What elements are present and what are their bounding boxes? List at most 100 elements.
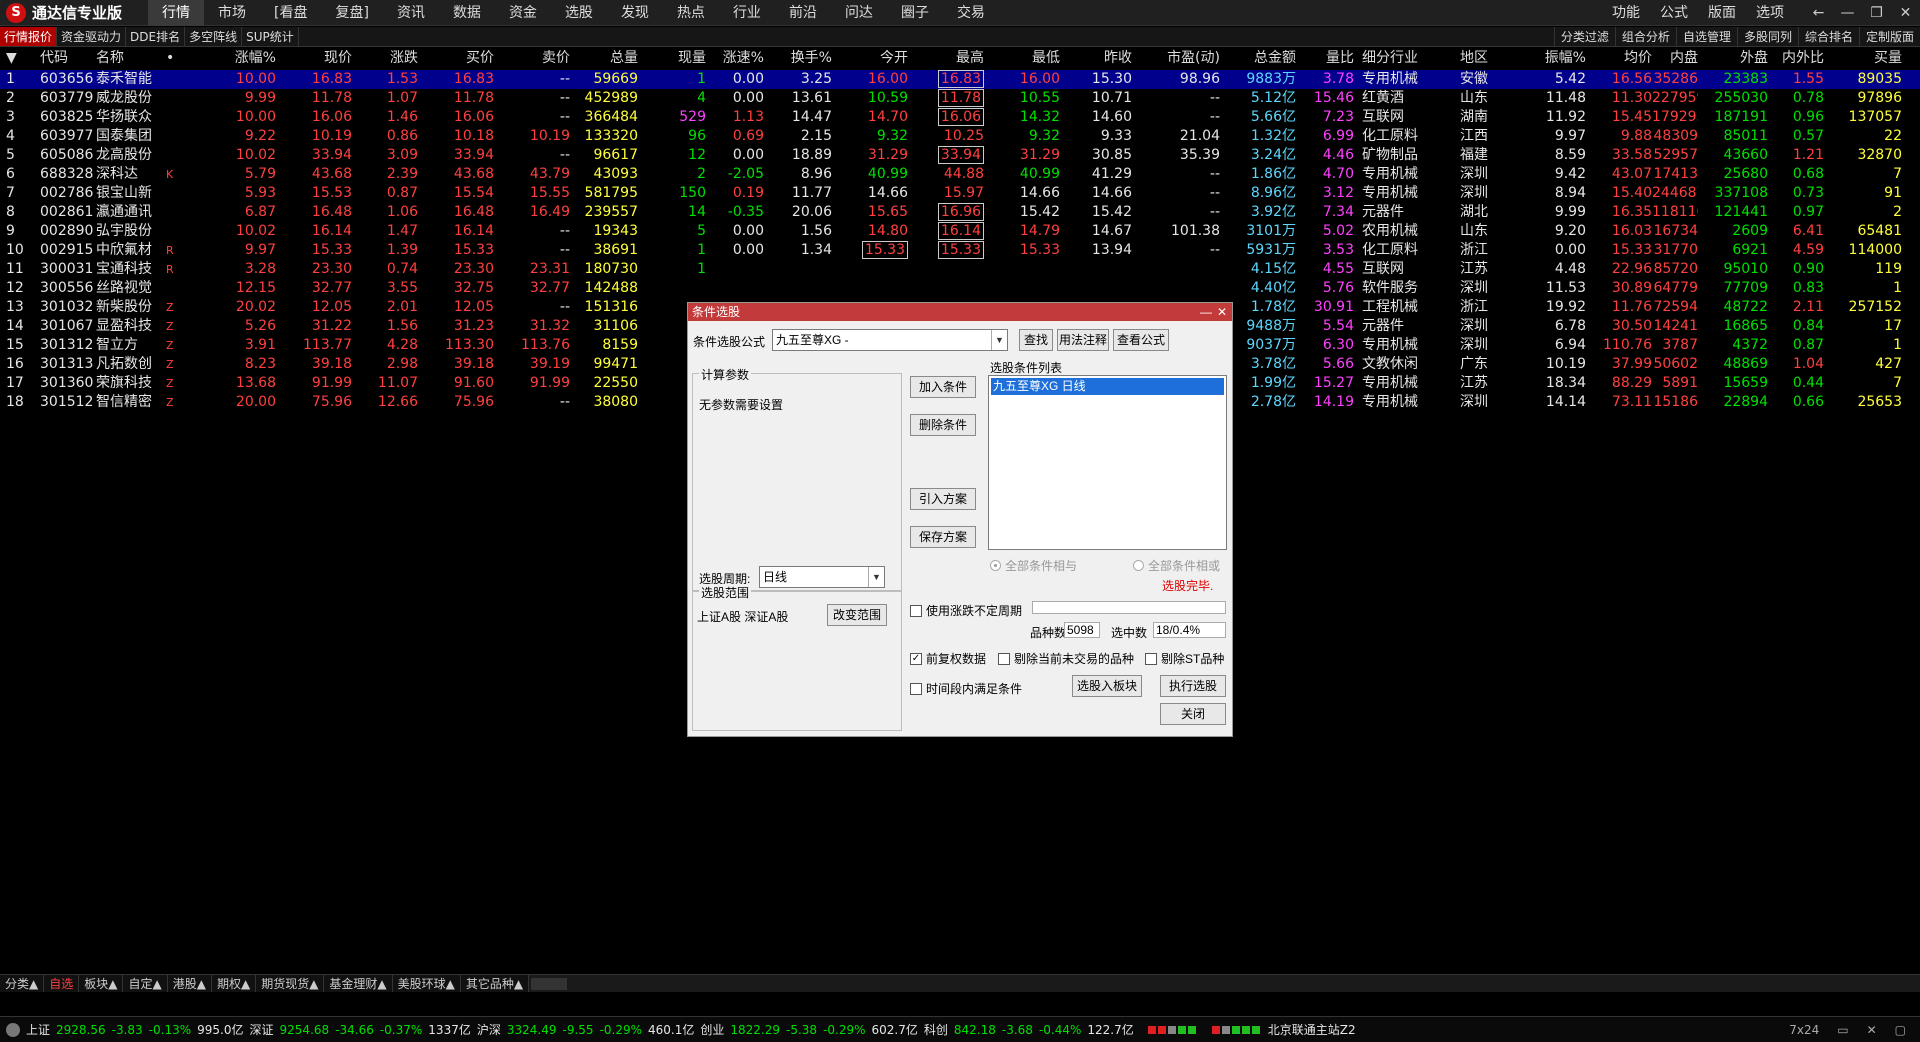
- menu-item[interactable]: 行业: [719, 0, 775, 26]
- table-row[interactable]: 6 688328 深科达 K 5.79 43.68 2.39 43.68 43.79 43093 2…: [0, 165, 1920, 184]
- header-bid[interactable]: 买价: [418, 47, 494, 70]
- header-row-number[interactable]: ▼: [6, 47, 34, 70]
- header-ask[interactable]: 卖价: [494, 47, 570, 70]
- view-formula-button[interactable]: 查看公式: [1113, 329, 1169, 351]
- menu-item[interactable]: 热点: [663, 0, 719, 26]
- prev-adjust-checkbox[interactable]: ✓ 前复权数据: [910, 650, 986, 667]
- header-change[interactable]: 涨跌: [352, 47, 418, 70]
- timerange-checkbox[interactable]: 时间段内满足条件: [910, 680, 1022, 697]
- menu-item[interactable]: 前沿: [775, 0, 831, 26]
- subnav-tab[interactable]: DDE排名: [126, 27, 186, 46]
- bottom-tab[interactable]: 其它品种▲: [461, 975, 530, 992]
- menu-item[interactable]: 资金: [495, 0, 551, 26]
- dialog-minimize-button[interactable]: —: [1198, 303, 1214, 321]
- bottom-tab[interactable]: 自定▲: [123, 975, 168, 992]
- bottom-tab[interactable]: 美股环球▲: [393, 975, 461, 992]
- menu-item[interactable]: 选股: [551, 0, 607, 26]
- table-row[interactable]: 4 603977 国泰集团 9.22 10.19 0.86 10.18 10.19 133320…: [0, 127, 1920, 146]
- subnav-right-button[interactable]: 综合排名: [1797, 27, 1859, 46]
- restore-button[interactable]: ❐: [1862, 0, 1891, 26]
- chat-icon[interactable]: ▢: [1895, 1023, 1906, 1037]
- header-inner-outer-ratio[interactable]: 内外比: [1768, 47, 1824, 70]
- menu-item[interactable]: 问达: [831, 0, 887, 26]
- execute-select-button[interactable]: 执行选股: [1160, 675, 1226, 697]
- uncertain-period-checkbox[interactable]: 使用涨跌不定周期: [910, 602, 1022, 619]
- chevron-down-icon[interactable]: ▼: [868, 567, 884, 587]
- header-avg-price[interactable]: 均价: [1586, 47, 1652, 70]
- dialog-titlebar[interactable]: 条件选股 — ✕: [688, 303, 1232, 321]
- find-button[interactable]: 查找: [1019, 329, 1053, 351]
- header-speed-pct[interactable]: 涨速%: [706, 47, 764, 70]
- menu-item[interactable]: 复盘]: [321, 0, 382, 26]
- bottom-tab[interactable]: 基金理财▲: [324, 975, 393, 992]
- scrollbar-thumb[interactable]: [531, 978, 568, 990]
- subnav-tab[interactable]: 多空阵线: [185, 27, 243, 46]
- menu-item[interactable]: [看盘: [260, 0, 321, 26]
- horizontal-scrollbar[interactable]: [529, 975, 1920, 992]
- bottom-tab[interactable]: 港股▲: [168, 975, 212, 992]
- condition-list[interactable]: 九五至尊XG 日线: [988, 375, 1227, 550]
- header-high[interactable]: 最高: [908, 47, 984, 70]
- close-button[interactable]: ✕: [1891, 0, 1920, 26]
- menu-item[interactable]: 圈子: [887, 0, 943, 26]
- header-prev-close[interactable]: 昨收: [1060, 47, 1132, 70]
- top-right-menu-item[interactable]: 选项: [1746, 0, 1794, 26]
- subnav-right-button[interactable]: 定制版面: [1858, 27, 1920, 46]
- menu-item[interactable]: 资讯: [383, 0, 439, 26]
- status-menu-icon[interactable]: [6, 1022, 20, 1037]
- menu-item[interactable]: 交易: [943, 0, 999, 26]
- condition-list-item[interactable]: 九五至尊XG 日线: [991, 378, 1224, 395]
- minimize-button[interactable]: —: [1833, 0, 1862, 26]
- change-scope-button[interactable]: 改变范围: [827, 604, 887, 626]
- bottom-tab[interactable]: 板块▲: [79, 975, 124, 992]
- top-right-menu-item[interactable]: 公式: [1650, 0, 1698, 26]
- header-last-volume[interactable]: 现量: [638, 47, 706, 70]
- chevron-down-icon[interactable]: ▼: [991, 330, 1007, 350]
- table-row[interactable]: 1 603656 泰禾智能 10.00 16.83 1.53 16.83 -- 59669 1 0.…: [0, 70, 1920, 89]
- bottom-tab[interactable]: 自选: [44, 975, 80, 992]
- table-row[interactable]: 12 300556 丝路视觉 12.15 32.77 3.55 32.75 32.77 1424…: [0, 279, 1920, 298]
- top-right-menu-item[interactable]: 功能: [1602, 0, 1650, 26]
- table-row[interactable]: 11 300031 宝通科技 R 3.28 23.30 0.74 23.30 23.31 1807…: [0, 260, 1920, 279]
- header-stock-mark[interactable]: •: [166, 47, 180, 70]
- header-price[interactable]: 现价: [276, 47, 352, 70]
- save-plan-button[interactable]: 保存方案: [910, 526, 976, 548]
- header-inner-vol[interactable]: 内盘: [1652, 47, 1698, 70]
- header-amount[interactable]: 总金额: [1220, 47, 1296, 70]
- header-stock-name[interactable]: 名称: [96, 47, 168, 70]
- import-plan-button[interactable]: 引入方案: [910, 488, 976, 510]
- menu-item[interactable]: 数据: [439, 0, 495, 26]
- header-bid-volume[interactable]: 买量: [1824, 47, 1902, 70]
- table-row[interactable]: 10 002915 中欣氟材 R 9.97 15.33 1.39 15.33 -- 38691 1 0…: [0, 241, 1920, 260]
- menu-item[interactable]: 市场: [204, 0, 260, 26]
- header-turnover-pct[interactable]: 换手%: [764, 47, 832, 70]
- table-row[interactable]: 7 002786 银宝山新 5.93 15.53 0.87 15.54 15.55 581795…: [0, 184, 1920, 203]
- mute-icon[interactable]: ✕: [1867, 1023, 1877, 1037]
- bottom-tab[interactable]: 期权▲: [212, 975, 257, 992]
- back-arrow-icon[interactable]: ←: [1804, 0, 1833, 26]
- subnav-tab[interactable]: 资金驱动力: [57, 27, 127, 46]
- header-stock-code[interactable]: 代码: [40, 47, 96, 70]
- service-label[interactable]: 7x24: [1789, 1023, 1819, 1037]
- close-dialog-button[interactable]: 关闭: [1160, 703, 1226, 725]
- table-row[interactable]: 2 603779 威龙股份 9.99 11.78 1.07 11.78 -- 452989 4 0.…: [0, 89, 1920, 108]
- header-amplitude-pct[interactable]: 振幅%: [1510, 47, 1586, 70]
- header-low[interactable]: 最低: [984, 47, 1060, 70]
- header-industry[interactable]: 细分行业: [1362, 47, 1452, 70]
- header-open[interactable]: 今开: [832, 47, 908, 70]
- subnav-right-button[interactable]: 分类过滤: [1553, 27, 1615, 46]
- table-row[interactable]: 5 605086 龙高股份 10.02 33.94 3.09 33.94 -- 96617 12 0…: [0, 146, 1920, 165]
- menu-item[interactable]: 发现: [607, 0, 663, 26]
- subnav-right-button[interactable]: 组合分析: [1614, 27, 1676, 46]
- period-select[interactable]: 日线 ▼: [759, 566, 885, 588]
- header-volume[interactable]: 总量: [570, 47, 638, 70]
- menu-item[interactable]: 行情: [148, 0, 204, 26]
- subnav-right-button[interactable]: 自选管理: [1675, 27, 1737, 46]
- server-name[interactable]: 北京联通主站Z2: [1268, 1021, 1356, 1038]
- table-row[interactable]: 3 603825 华扬联众 10.00 16.06 1.46 16.06 -- 366484 52…: [0, 108, 1920, 127]
- radio-all-or[interactable]: 全部条件相或: [1133, 557, 1220, 574]
- radio-all-and[interactable]: 全部条件相与: [990, 557, 1077, 574]
- remove-untraded-checkbox[interactable]: 剔除当前未交易的品种: [998, 650, 1134, 667]
- usage-notes-button[interactable]: 用法注释: [1057, 329, 1109, 351]
- bottom-tab[interactable]: 期货现货▲: [256, 975, 325, 992]
